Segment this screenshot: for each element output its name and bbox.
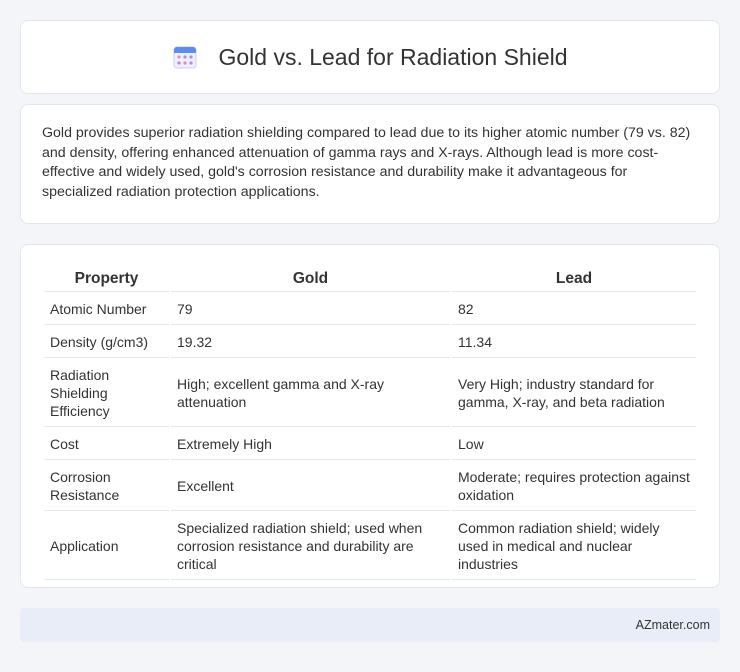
- table-header-row: Property Gold Lead: [44, 263, 696, 292]
- gold-cell: 19.32: [171, 327, 450, 358]
- gold-cell: High; excellent gamma and X-ray attenuat…: [171, 360, 450, 427]
- lead-cell: Low: [452, 429, 696, 460]
- table-row: Radiation Shielding Efficiency High; exc…: [44, 360, 696, 427]
- table-row: Cost Extremely High Low: [44, 429, 696, 460]
- property-cell: Density (g/cm3): [44, 327, 169, 358]
- calendar-icon: [173, 46, 197, 69]
- lead-cell: Common radiation shield; widely used in …: [452, 513, 696, 580]
- property-cell: Atomic Number: [44, 294, 169, 325]
- comparison-table-card: Property Gold Lead Atomic Number 79 82 D…: [20, 244, 720, 588]
- gold-cell: 79: [171, 294, 450, 325]
- lead-cell: Moderate; requires protection against ox…: [452, 462, 696, 511]
- gold-cell: Extremely High: [171, 429, 450, 460]
- table-row: Corrosion Resistance Excellent Moderate;…: [44, 462, 696, 511]
- summary-card: Gold provides superior radiation shieldi…: [20, 104, 720, 224]
- table-row: Application Specialized radiation shield…: [44, 513, 696, 580]
- header-lead: Lead: [452, 263, 696, 292]
- header-gold: Gold: [171, 263, 450, 292]
- table-row: Density (g/cm3) 19.32 11.34: [44, 327, 696, 358]
- footer: AZmater.com: [20, 608, 720, 642]
- header-property: Property: [44, 263, 169, 292]
- property-cell: Application: [44, 513, 169, 580]
- lead-cell: 82: [452, 294, 696, 325]
- footer-brand: AZmater.com: [635, 618, 710, 632]
- lead-cell: 11.34: [452, 327, 696, 358]
- table-row: Atomic Number 79 82: [44, 294, 696, 325]
- property-cell: Corrosion Resistance: [44, 462, 169, 511]
- gold-cell: Excellent: [171, 462, 450, 511]
- summary-text: Gold provides superior radiation shieldi…: [42, 125, 691, 200]
- lead-cell: Very High; industry standard for gamma, …: [452, 360, 696, 427]
- title-card: Gold vs. Lead for Radiation Shield: [20, 20, 720, 94]
- comparison-table: Property Gold Lead Atomic Number 79 82 D…: [42, 261, 698, 582]
- property-cell: Cost: [44, 429, 169, 460]
- gold-cell: Specialized radiation shield; used when …: [171, 513, 450, 580]
- property-cell: Radiation Shielding Efficiency: [44, 360, 169, 427]
- page-title: Gold vs. Lead for Radiation Shield: [218, 43, 568, 70]
